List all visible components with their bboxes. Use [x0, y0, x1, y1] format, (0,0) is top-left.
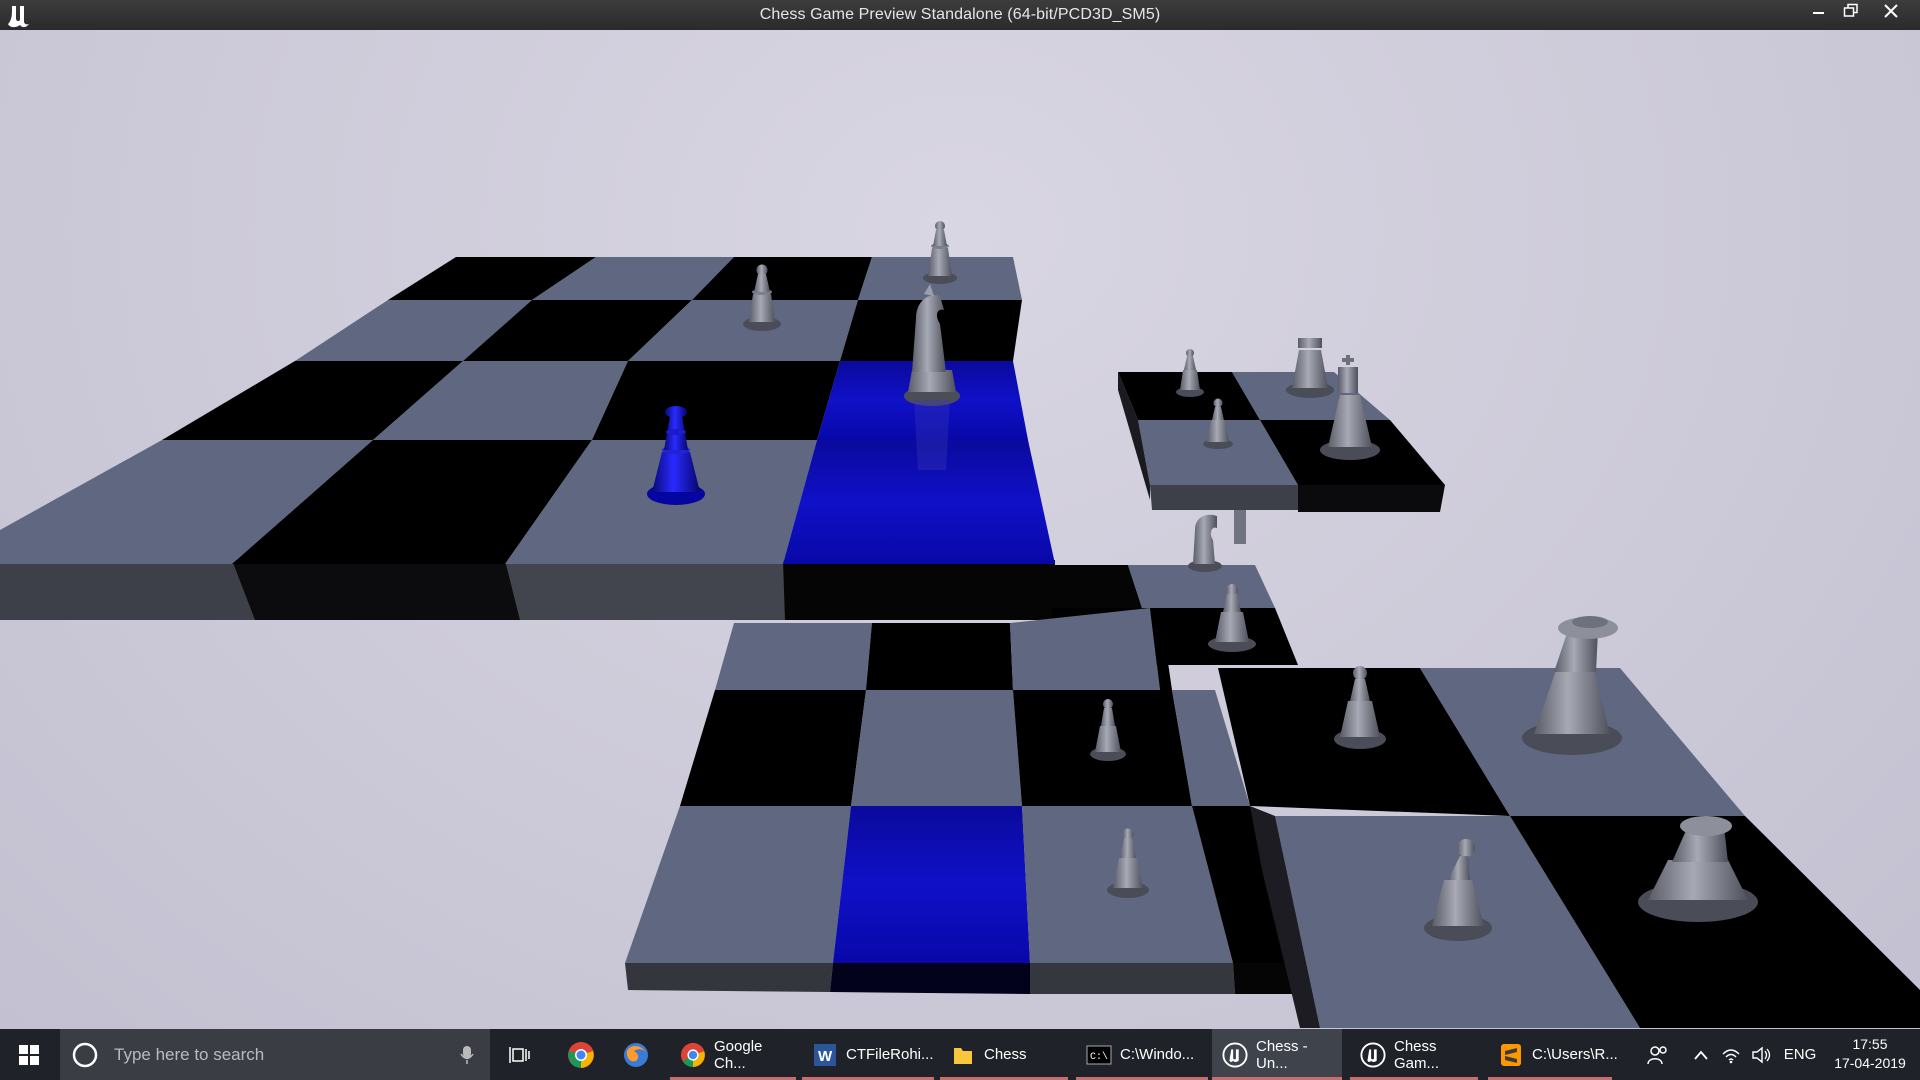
window-title: Chess Game Preview Standalone (64-bit/PC…	[759, 6, 1161, 23]
board-edge	[0, 560, 255, 620]
unreal-engine-icon	[1360, 1041, 1386, 1068]
speaker-icon	[1752, 1046, 1771, 1063]
board-edge	[232, 560, 520, 620]
search-placeholder: Type here to search	[114, 1044, 265, 1064]
input-language[interactable]: ENG	[1780, 1029, 1820, 1080]
rook-grey[interactable]	[1286, 338, 1334, 398]
board-edge	[783, 560, 1055, 620]
windows-taskbar: Type here to search Google Ch... W CTFil…	[0, 1029, 1920, 1080]
clock-time: 17:55	[1852, 1036, 1888, 1052]
taskbar-item-label: Chess Gam...	[1394, 1037, 1440, 1072]
taskbar-item-label: Chess	[984, 1046, 1027, 1063]
upper-board	[0, 257, 1055, 620]
close-icon	[1884, 4, 1898, 18]
taskbar-item-label: C:\Windo...	[1120, 1046, 1195, 1063]
board-square[interactable]	[851, 690, 1022, 806]
board-square[interactable]	[866, 623, 1013, 690]
board-square[interactable]	[1010, 608, 1160, 690]
chrome-icon	[568, 1041, 594, 1068]
firefox-pinned[interactable]	[615, 1029, 657, 1080]
title-bar: Chess Game Preview Standalone (64-bit/PC…	[0, 0, 1920, 30]
cmd-icon: C:\	[1086, 1042, 1112, 1068]
word-icon: W	[812, 1042, 838, 1068]
people-button[interactable]	[1640, 1029, 1676, 1080]
board-square[interactable]	[625, 806, 851, 963]
wifi-icon	[1722, 1048, 1740, 1063]
clock[interactable]: 17:55 17-04-2019	[1822, 1035, 1918, 1073]
start-button[interactable]	[0, 1029, 58, 1080]
taskbar-item-word[interactable]: W CTFileRohi...	[802, 1029, 934, 1080]
minimize-icon	[1813, 12, 1824, 14]
taskbar-item-label: CTFileRohi...	[846, 1046, 934, 1063]
board-square-highlight[interactable]	[833, 806, 1030, 963]
board-edge	[505, 560, 785, 620]
network-button[interactable]	[1716, 1029, 1746, 1080]
cortana-icon	[72, 1042, 98, 1067]
lower-board	[625, 608, 1305, 994]
restore-button[interactable]	[1832, 0, 1870, 22]
unreal-engine-icon	[1222, 1041, 1248, 1068]
board-edge	[625, 963, 833, 992]
board-square[interactable]	[715, 623, 872, 690]
knight-grey[interactable]	[1188, 514, 1222, 572]
board-edge	[1030, 963, 1235, 994]
taskbar-item-label: C:\Users\R...	[1532, 1046, 1618, 1063]
pawn-grey[interactable]	[923, 221, 957, 284]
restore-icon	[1843, 3, 1858, 17]
microphone-icon[interactable]	[460, 1045, 474, 1065]
sublime-icon	[1498, 1042, 1524, 1068]
chevron-up-icon	[1694, 1050, 1708, 1060]
board-square[interactable]	[1052, 565, 1142, 608]
svg-text:C:\: C:\	[1090, 1051, 1108, 1063]
board-support-post	[1234, 510, 1246, 544]
board-square[interactable]	[592, 361, 840, 440]
search-box[interactable]: Type here to search	[60, 1029, 490, 1080]
taskbar-item-cmd[interactable]: C:\ C:\Windo...	[1076, 1029, 1208, 1080]
volume-button[interactable]	[1746, 1029, 1776, 1080]
windows-logo-icon	[19, 1044, 39, 1065]
board-edge	[1298, 485, 1445, 512]
taskbar-item-sublime[interactable]: C:\Users\R...	[1488, 1029, 1618, 1080]
svg-text:W: W	[818, 1048, 833, 1065]
game-viewport[interactable]	[0, 30, 1920, 1029]
chrome-icon	[680, 1042, 706, 1068]
close-button[interactable]	[1872, 0, 1910, 22]
taskbar-item-label: Chess - Un...	[1256, 1037, 1308, 1072]
show-hidden-icons-button[interactable]	[1686, 1029, 1716, 1080]
taskbar-item-unreal-game[interactable]: Chess Gam...	[1350, 1029, 1478, 1080]
firefox-icon	[624, 1042, 648, 1067]
chess-board-scene[interactable]	[0, 30, 1920, 1029]
people-icon	[1647, 1045, 1667, 1064]
taskbar-item-unreal-editor[interactable]: Chess - Un...	[1212, 1029, 1342, 1080]
task-view-button[interactable]	[500, 1029, 540, 1080]
taskbar-item-chrome[interactable]: Google Ch...	[670, 1029, 796, 1080]
board-square[interactable]	[680, 690, 866, 806]
board-edge	[830, 963, 1030, 994]
taskbar-item-explorer[interactable]: Chess	[940, 1029, 1068, 1080]
taskbar-item-label: Google Ch...	[714, 1037, 763, 1072]
task-view-icon	[509, 1046, 530, 1063]
folder-icon	[950, 1042, 976, 1068]
board-edge	[1150, 485, 1298, 510]
knight-reflection	[914, 400, 950, 470]
attack-board	[1118, 372, 1445, 544]
chrome-pinned[interactable]	[560, 1029, 602, 1080]
clock-date: 17-04-2019	[1834, 1055, 1906, 1071]
